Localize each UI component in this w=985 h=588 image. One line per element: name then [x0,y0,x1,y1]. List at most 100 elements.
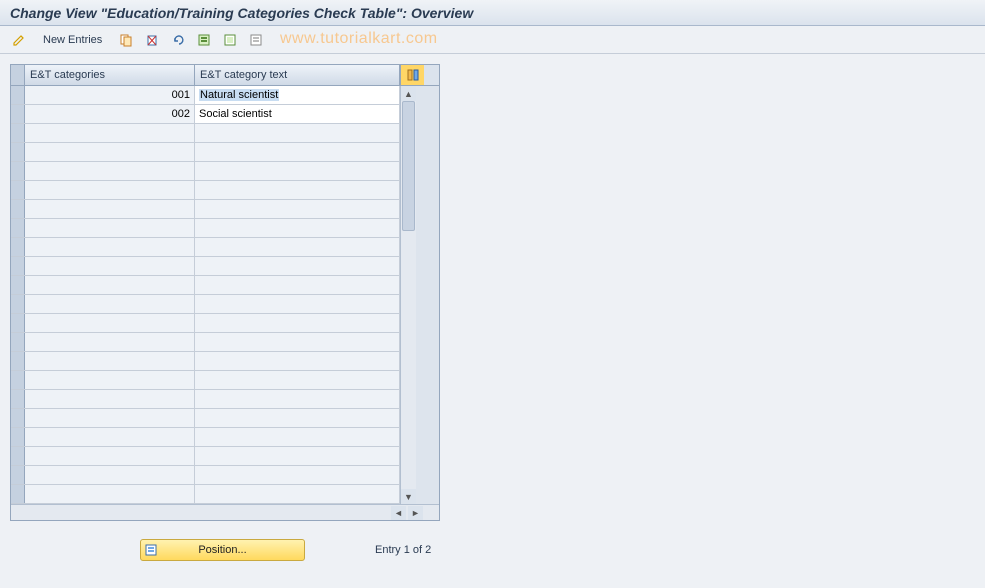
row-selector[interactable] [11,238,25,256]
scroll-up-icon[interactable]: ▲ [401,86,416,101]
cell-category-text[interactable] [195,466,400,484]
column-header-categories[interactable]: E&T categories [25,65,195,85]
cell-category[interactable] [25,124,195,142]
table-row[interactable] [11,181,400,200]
table-row[interactable]: 002Social scientist [11,105,400,124]
cell-category-text[interactable] [195,352,400,370]
cell-category[interactable] [25,200,195,218]
cell-category-text[interactable] [195,257,400,275]
cell-category-text[interactable]: Natural scientist [195,86,400,104]
table-row[interactable] [11,390,400,409]
cell-category[interactable] [25,333,195,351]
row-selector[interactable] [11,371,25,389]
table-row[interactable] [11,143,400,162]
cell-category-text[interactable] [195,276,400,294]
table-row[interactable] [11,257,400,276]
cell-category-text[interactable] [195,409,400,427]
copy-icon[interactable] [115,30,137,50]
scrollbar-thumb[interactable] [402,101,415,231]
table-row[interactable]: 001Natural scientist [11,86,400,105]
row-selector[interactable] [11,86,25,104]
cell-category[interactable] [25,181,195,199]
table-row[interactable] [11,238,400,257]
cell-category[interactable]: 001 [25,86,195,104]
cell-category-text[interactable] [195,333,400,351]
cell-category[interactable] [25,276,195,294]
horizontal-scrollbar[interactable]: ◄ ► [11,504,439,520]
row-selector[interactable] [11,295,25,313]
column-header-category-text[interactable]: E&T category text [195,65,400,85]
cell-category[interactable] [25,314,195,332]
table-row[interactable] [11,428,400,447]
select-block-icon[interactable] [219,30,241,50]
cell-category[interactable] [25,390,195,408]
table-row[interactable] [11,371,400,390]
row-selector[interactable] [11,124,25,142]
cell-category[interactable] [25,257,195,275]
cell-category-text[interactable] [195,295,400,313]
cell-category-text[interactable] [195,219,400,237]
cell-category[interactable] [25,447,195,465]
delete-icon[interactable] [141,30,163,50]
new-entries-button[interactable]: New Entries [34,30,111,50]
table-row[interactable] [11,295,400,314]
row-selector[interactable] [11,352,25,370]
cell-category-text[interactable] [195,238,400,256]
cell-category-text[interactable] [195,390,400,408]
cell-category[interactable]: 002 [25,105,195,123]
cell-category-text[interactable] [195,314,400,332]
table-row[interactable] [11,409,400,428]
row-selector[interactable] [11,219,25,237]
row-selector[interactable] [11,143,25,161]
cell-category[interactable] [25,352,195,370]
table-row[interactable] [11,352,400,371]
cell-category-text[interactable] [195,162,400,180]
table-row[interactable] [11,162,400,181]
row-selector[interactable] [11,181,25,199]
row-selector[interactable] [11,257,25,275]
deselect-all-icon[interactable] [245,30,267,50]
undo-icon[interactable] [167,30,189,50]
table-row[interactable] [11,466,400,485]
row-selector[interactable] [11,390,25,408]
table-row[interactable] [11,219,400,238]
cell-category[interactable] [25,485,195,503]
table-row[interactable] [11,314,400,333]
select-all-column-header[interactable] [11,65,25,85]
cell-category[interactable] [25,466,195,484]
table-row[interactable] [11,333,400,352]
row-selector[interactable] [11,276,25,294]
scroll-left-icon[interactable]: ◄ [391,506,406,520]
cell-category-text[interactable] [195,124,400,142]
cell-category-text[interactable] [195,200,400,218]
cell-category[interactable] [25,162,195,180]
table-row[interactable] [11,276,400,295]
row-selector[interactable] [11,314,25,332]
scroll-right-icon[interactable]: ► [408,506,423,520]
table-row[interactable] [11,124,400,143]
cell-category[interactable] [25,295,195,313]
cell-category-text[interactable] [195,485,400,503]
table-row[interactable] [11,485,400,504]
row-selector[interactable] [11,162,25,180]
cell-category-text[interactable] [195,371,400,389]
cell-category[interactable] [25,219,195,237]
cell-category-text[interactable]: Social scientist [195,105,400,123]
row-selector[interactable] [11,466,25,484]
row-selector[interactable] [11,447,25,465]
cell-category-text[interactable] [195,428,400,446]
cell-category[interactable] [25,409,195,427]
row-selector[interactable] [11,409,25,427]
row-selector[interactable] [11,428,25,446]
cell-category-text[interactable] [195,447,400,465]
cell-category[interactable] [25,238,195,256]
row-selector[interactable] [11,105,25,123]
select-all-icon[interactable] [193,30,215,50]
row-selector[interactable] [11,485,25,503]
vertical-scrollbar[interactable]: ▲ ▼ [400,86,416,504]
cell-category[interactable] [25,143,195,161]
table-row[interactable] [11,447,400,466]
cell-category[interactable] [25,371,195,389]
change-icon[interactable] [8,30,30,50]
table-settings-icon[interactable] [400,65,424,85]
